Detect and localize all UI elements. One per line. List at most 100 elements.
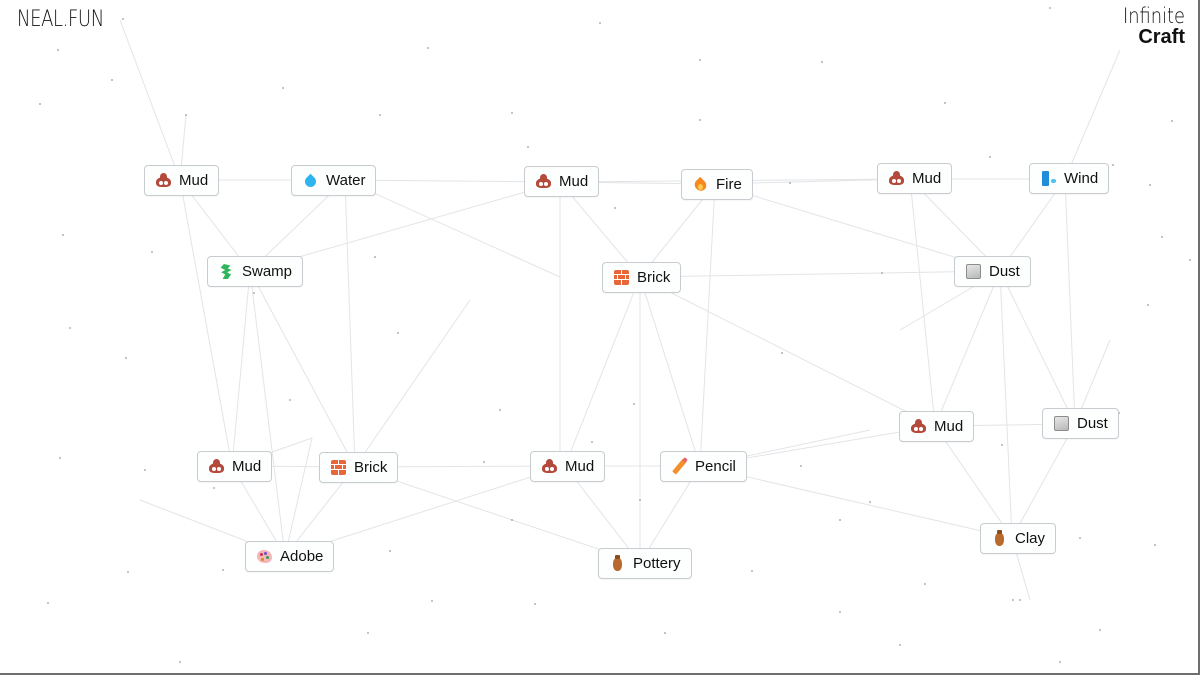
item-mud[interactable]: Mud <box>899 411 975 442</box>
pile-of-poo-icon <box>535 173 552 190</box>
particle-dot <box>511 519 513 521</box>
item-mud[interactable]: Mud <box>144 165 220 196</box>
particle-dot <box>253 292 255 294</box>
particle-dot <box>781 352 783 354</box>
item-label: Mud <box>179 172 209 189</box>
item-wind[interactable]: Wind <box>1029 163 1110 194</box>
particle-dot <box>1147 304 1149 306</box>
item-label: Brick <box>637 269 671 286</box>
pile-of-poo-icon <box>888 170 905 187</box>
dust-icon <box>965 263 982 280</box>
connection-line <box>934 425 1013 539</box>
item-label: Mud <box>934 418 964 435</box>
pile-of-poo-icon <box>208 458 225 475</box>
brick-icon <box>613 269 630 286</box>
particle-dot <box>1059 661 1061 663</box>
item-label: Wind <box>1064 170 1099 187</box>
item-label: Water <box>326 172 366 189</box>
item-label: Adobe <box>280 548 324 565</box>
item-dust[interactable]: Dust <box>954 256 1031 287</box>
particle-dot <box>699 119 701 121</box>
connection-line <box>999 270 1013 539</box>
particle-dot <box>389 550 391 552</box>
item-dust[interactable]: Dust <box>1042 408 1119 439</box>
amphora-icon <box>991 530 1008 547</box>
droplet-icon <box>302 172 319 189</box>
particle-dot <box>1149 184 1151 186</box>
connection-line <box>639 276 701 467</box>
particle-dot <box>664 632 666 634</box>
particle-dot <box>839 519 841 521</box>
item-brick[interactable]: Brick <box>602 262 682 293</box>
particle-dot <box>1001 444 1003 446</box>
particle-dot <box>699 59 701 61</box>
particle-dot <box>821 61 823 63</box>
connection-line <box>354 299 471 468</box>
particle-dot <box>125 357 127 359</box>
particle-dot <box>789 182 791 184</box>
item-swamp[interactable]: Swamp <box>207 256 304 287</box>
particle-dot <box>614 207 616 209</box>
connection-line <box>231 270 251 467</box>
particle-dot <box>924 583 926 585</box>
item-adobe[interactable]: Adobe <box>245 541 335 572</box>
item-brick[interactable]: Brick <box>319 452 399 483</box>
item-label: Dust <box>989 263 1020 280</box>
item-pottery[interactable]: Pottery <box>598 548 692 579</box>
item-mud[interactable]: Mud <box>530 451 606 482</box>
particle-dot <box>1012 599 1014 601</box>
particle-dot <box>122 18 124 20</box>
item-clay[interactable]: Clay <box>980 523 1057 554</box>
particle-dot <box>534 603 536 605</box>
item-mud[interactable]: Mud <box>524 166 600 197</box>
amphora-icon <box>609 555 626 572</box>
particle-dot <box>944 102 946 104</box>
pencil-icon <box>671 458 688 475</box>
connection-line <box>909 178 936 427</box>
item-label: Pottery <box>633 555 681 572</box>
particle-dot <box>639 499 641 501</box>
particle-dot <box>499 409 501 411</box>
particle-dot <box>282 87 284 89</box>
connection-line <box>639 276 936 427</box>
particle-dot <box>57 49 59 51</box>
particle-dot <box>47 602 49 604</box>
logo-line-infinite: Infinite <box>1122 4 1185 28</box>
item-pencil[interactable]: Pencil <box>660 451 747 482</box>
item-label: Dust <box>1077 415 1108 432</box>
particle-dot <box>527 146 529 148</box>
item-label: Brick <box>354 459 388 476</box>
particle-dot <box>599 22 601 24</box>
item-label: Swamp <box>242 263 293 280</box>
particle-dot <box>839 611 841 613</box>
particle-dot <box>185 114 187 116</box>
connection-line <box>344 179 356 468</box>
connection-line <box>564 276 641 467</box>
pile-of-poo-icon <box>910 418 927 435</box>
neal-fun-logo[interactable]: NEAL.FUN <box>17 7 104 32</box>
particle-dot <box>633 403 635 405</box>
dust-icon <box>1053 415 1070 432</box>
item-mud[interactable]: Mud <box>197 451 273 482</box>
connection-line <box>1064 178 1076 425</box>
particle-dot <box>179 661 181 663</box>
particle-dot <box>1049 7 1051 9</box>
pile-of-poo-icon <box>541 458 558 475</box>
item-label: Fire <box>716 176 742 193</box>
particle-dot <box>111 79 113 81</box>
item-water[interactable]: Water <box>291 165 377 196</box>
connection-line <box>699 183 716 467</box>
particle-dot <box>483 461 485 463</box>
item-fire[interactable]: Fire <box>681 169 753 200</box>
connection-line <box>179 179 233 467</box>
pile-of-poo-icon <box>155 172 172 189</box>
particle-dot <box>899 644 901 646</box>
item-label: Mud <box>565 458 595 475</box>
particle-dot <box>62 234 64 236</box>
connection-line <box>249 270 356 468</box>
item-mud[interactable]: Mud <box>877 163 953 194</box>
wind-icon <box>1040 170 1057 187</box>
particle-dot <box>289 399 291 401</box>
particle-dot <box>1154 544 1156 546</box>
connection-line <box>119 19 181 181</box>
